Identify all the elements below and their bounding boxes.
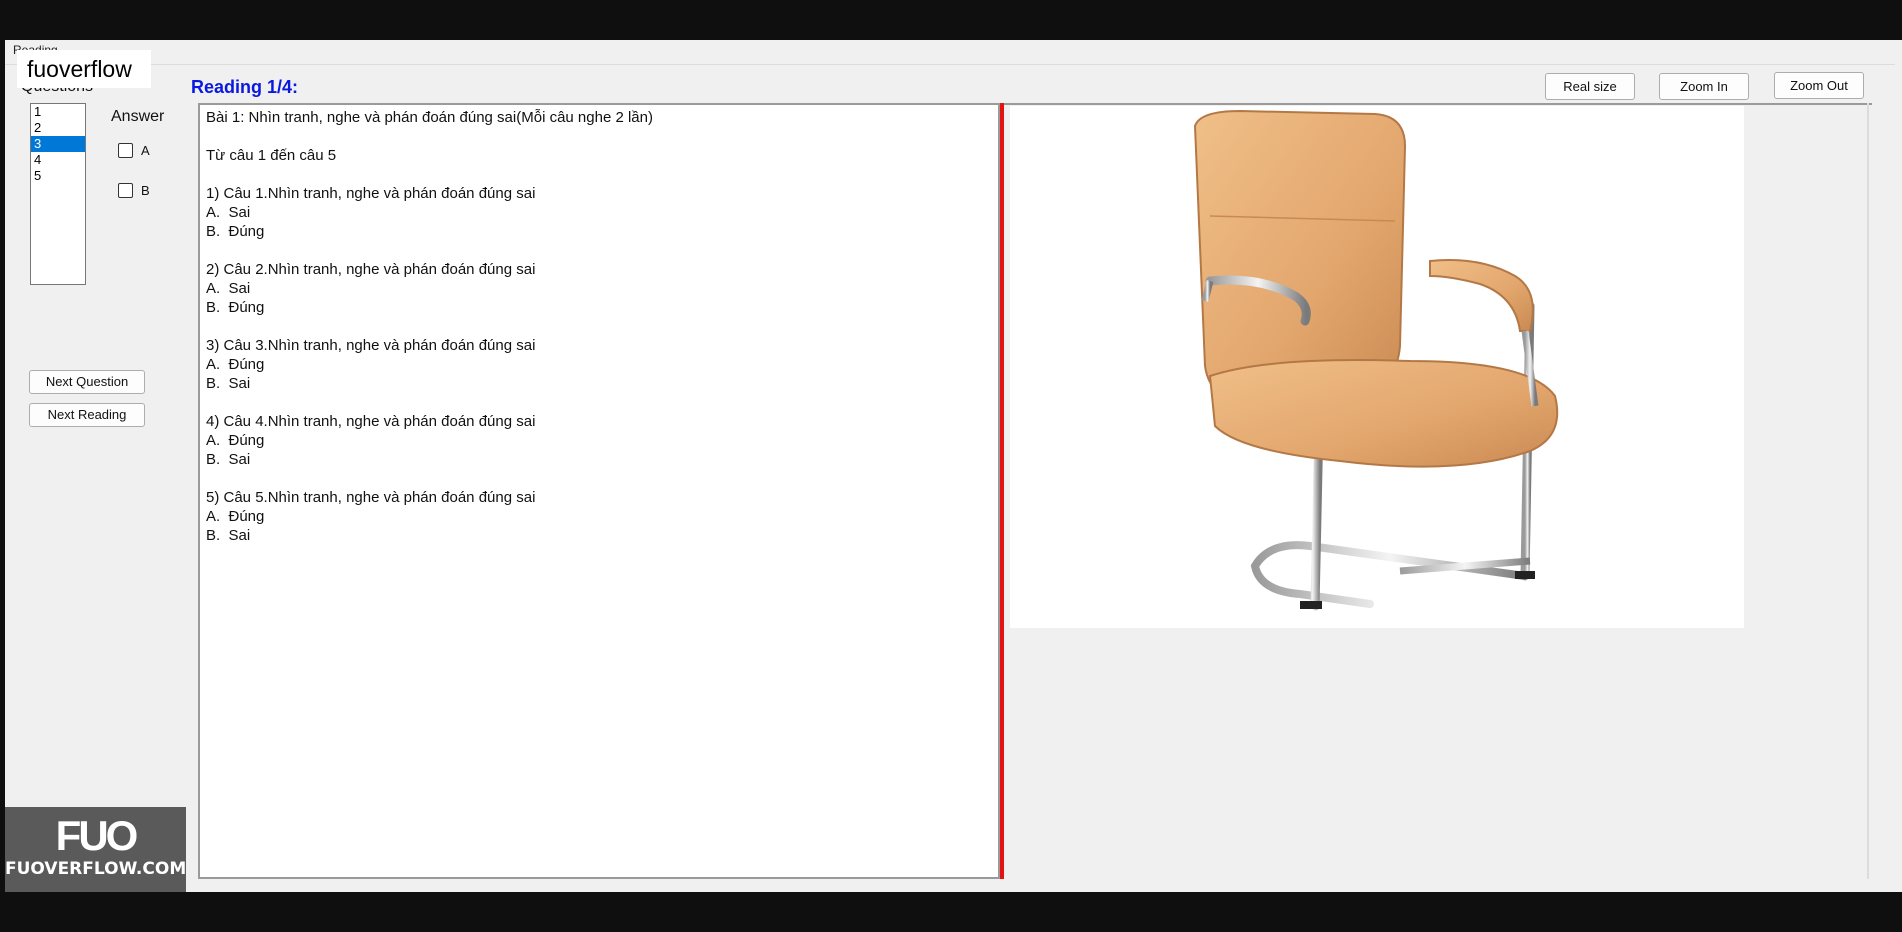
zoom-out-button[interactable]: Zoom Out [1774, 72, 1864, 99]
question-list-item[interactable]: 5 [31, 168, 85, 184]
image-panel-border [1867, 103, 1869, 879]
chair-illustration [1193, 109, 1559, 611]
answer-label: Answer [111, 108, 165, 125]
reading-text-line: 2) Câu 2.Nhìn tranh, nghe và phán đoán đ… [206, 261, 536, 278]
reading-title: Reading 1/4: [191, 77, 299, 97]
reading-text-line: 4) Câu 4.Nhìn tranh, nghe và phán đoán đ… [206, 413, 536, 430]
reading-text-line [206, 393, 992, 412]
reading-text-line: A. Đúng [206, 356, 265, 373]
reading-text-line [206, 165, 992, 184]
reading-text-line: B. Đúng [206, 299, 265, 316]
reading-text-line: A. Sai [206, 280, 251, 297]
next-reading-button[interactable]: Next Reading [29, 403, 145, 427]
logo-text: FUOVERFLOW.COM [5, 859, 187, 879]
question-list-item[interactable]: 1 [31, 104, 85, 120]
reading-text-line: Từ câu 1 đến câu 5 [206, 147, 337, 164]
question-list-item[interactable]: 2 [31, 120, 85, 136]
reading-text-line: 5) Câu 5.Nhìn tranh, nghe và phán đoán đ… [206, 489, 536, 506]
reading-text-line: A. Đúng [206, 508, 265, 525]
question-list-item[interactable]: 3 [31, 136, 85, 152]
reading-text-line: B. Sai [206, 375, 251, 392]
reading-text-line: B. Sai [206, 527, 251, 544]
chair-image [1010, 106, 1744, 628]
next-question-button[interactable]: Next Question [29, 370, 145, 394]
reading-text-line [206, 241, 992, 260]
reading-text-line: 3) Câu 3.Nhìn tranh, nghe và phán đoán đ… [206, 337, 536, 354]
checkbox-b[interactable] [118, 183, 133, 198]
answer-option-a[interactable]: A [118, 143, 150, 158]
reading-text-line: B. Đúng [206, 223, 265, 240]
reading-text-line: B. Sai [206, 451, 251, 468]
logo-mark: FUO [55, 812, 139, 859]
watermark-label: fuoverflow [17, 50, 151, 88]
answer-option-b-label: B [141, 183, 150, 198]
reading-text-line: A. Đúng [206, 432, 265, 449]
question-list[interactable]: 12345 [30, 103, 86, 285]
reading-text-line [206, 127, 992, 146]
answer-option-b[interactable]: B [118, 183, 150, 198]
reading-text-line: A. Sai [206, 204, 251, 221]
reading-text-line: 1) Câu 1.Nhìn tranh, nghe và phán đoán đ… [206, 185, 536, 202]
reading-text-box[interactable]: Bài 1: Nhìn tranh, nghe và phán đoán đún… [198, 103, 1000, 879]
checkbox-a[interactable] [118, 143, 133, 158]
reading-text-line: Bài 1: Nhìn tranh, nghe và phán đoán đún… [206, 109, 653, 126]
question-list-item[interactable]: 4 [31, 152, 85, 168]
fuoverflow-logo: FUO FUOVERFLOW.COM [5, 807, 186, 892]
reading-text-line [206, 469, 992, 488]
reading-text-line [206, 317, 992, 336]
zoom-in-button[interactable]: Zoom In [1659, 73, 1749, 100]
reading-window: Reading fuoverflow Questions Reading 1/4… [5, 40, 1902, 892]
answer-option-a-label: A [141, 143, 150, 158]
real-size-button[interactable]: Real size [1545, 73, 1635, 100]
